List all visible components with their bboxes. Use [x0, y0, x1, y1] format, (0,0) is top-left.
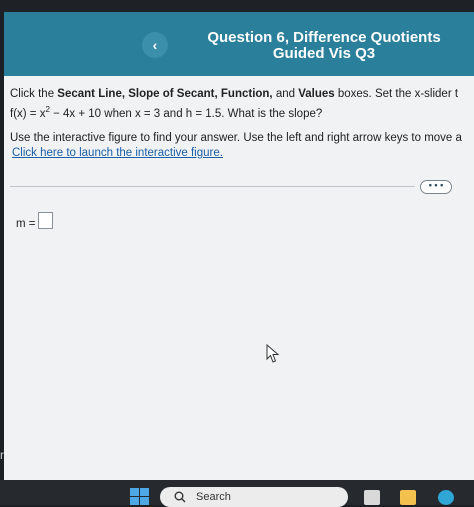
function-text: − 4x + 10 when x = 3 and h = 1.5. What i… — [49, 107, 323, 120]
edge-browser-icon[interactable] — [438, 490, 454, 505]
side-fragment-text: r — [0, 448, 4, 462]
file-explorer-icon[interactable] — [400, 490, 416, 505]
more-options-button[interactable]: • • • — [420, 180, 452, 194]
app-icon[interactable] — [364, 490, 380, 505]
answer-label: m = — [16, 218, 36, 230]
windows-start-icon[interactable] — [130, 488, 150, 505]
instruction-text: boxes. Set the x-slider t — [334, 88, 459, 100]
function-line: f(x) = x2 − 4x + 10 when x = 3 and h = 1… — [10, 105, 322, 120]
title-line-1: Question 6, Difference Quotients — [207, 29, 441, 46]
function-text: f(x) = x — [10, 107, 46, 120]
page-title: Question 6, Difference Quotients Guided … — [184, 30, 464, 62]
back-button[interactable]: ‹ — [142, 32, 168, 58]
search-icon — [174, 491, 186, 503]
title-line-2: Guided Vis Q3 — [272, 45, 376, 62]
instruction-bold: Values — [298, 88, 335, 100]
browser-viewport: ‹ Question 6, Difference Quotients Guide… — [4, 12, 474, 480]
launch-figure-link[interactable]: Click here to launch the interactive fig… — [12, 147, 223, 159]
monitor-bezel — [0, 0, 474, 12]
section-divider — [10, 186, 415, 187]
instruction-line-2: Use the interactive figure to find your … — [10, 132, 462, 144]
search-placeholder: Search — [196, 491, 231, 503]
mouse-cursor-icon — [266, 344, 280, 363]
question-header: ‹ Question 6, Difference Quotients Guide… — [4, 12, 474, 76]
instruction-line-1: Click the Secant Line, Slope of Secant, … — [10, 88, 458, 100]
instruction-bold: Secant Line, Slope of Secant, Function, — [57, 88, 273, 100]
slope-answer-input[interactable] — [38, 212, 53, 229]
instruction-text: and — [272, 88, 299, 100]
instruction-text: Click the — [10, 88, 58, 100]
question-content: Click the Secant Line, Slope of Secant, … — [4, 76, 474, 480]
taskbar-search[interactable]: Search — [160, 487, 348, 507]
taskbar: Search — [0, 480, 474, 507]
